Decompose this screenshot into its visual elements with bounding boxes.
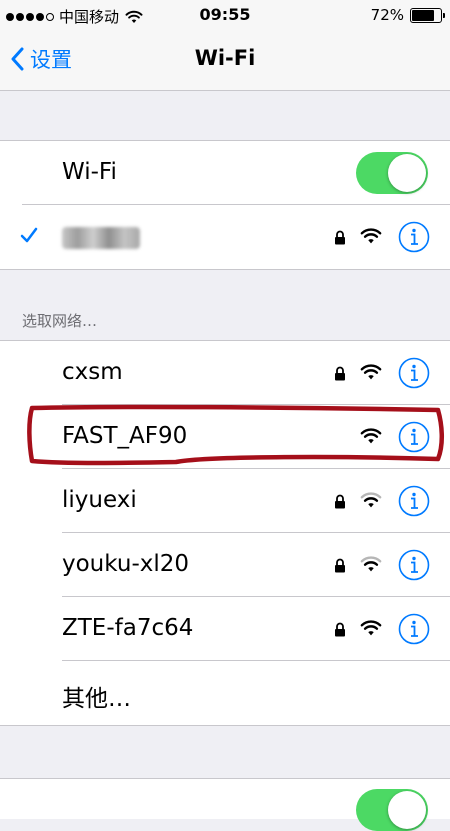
- lock-icon: [335, 230, 345, 245]
- network-row[interactable]: ZTE-fa7c64: [0, 597, 450, 661]
- info-icon[interactable]: [398, 485, 430, 517]
- wifi-signal-icon: [360, 492, 382, 508]
- wifi-signal-icon: [360, 556, 382, 572]
- connected-network-name-redacted: [62, 227, 140, 249]
- network-name: youku-xl20: [62, 551, 190, 577]
- info-icon[interactable]: [398, 357, 430, 389]
- wifi-toggle-switch[interactable]: [356, 152, 428, 194]
- wifi-settings-group: Wi-Fi: [0, 140, 450, 270]
- network-name: liyuexi: [62, 487, 137, 513]
- network-name: cxsm: [62, 359, 123, 385]
- navigation-bar: 设置 Wi-Fi: [0, 30, 450, 91]
- wifi-signal-icon: [360, 428, 382, 444]
- toggle-knob: [388, 791, 426, 829]
- info-icon[interactable]: [398, 549, 430, 581]
- connected-network-row[interactable]: [0, 205, 450, 269]
- wifi-toggle-label: Wi-Fi: [62, 159, 117, 185]
- ask-to-join-toggle[interactable]: [356, 789, 428, 831]
- info-icon[interactable]: [398, 221, 430, 253]
- toggle-knob: [388, 154, 426, 192]
- battery-percent: 72%: [370, 6, 404, 24]
- network-row[interactable]: cxsm: [0, 341, 450, 405]
- status-right: 72%: [370, 6, 445, 24]
- lock-icon: [335, 494, 345, 509]
- lock-icon: [335, 366, 345, 381]
- status-bar: 中国移动 09:55 72%: [0, 0, 450, 30]
- wifi-signal-icon: [360, 620, 382, 636]
- info-icon[interactable]: [398, 613, 430, 645]
- page-title: Wi-Fi: [194, 46, 256, 70]
- network-list: cxsm FAST_AF90 liyuexi youku-xl20 ZTE-fa…: [0, 340, 450, 726]
- info-icon[interactable]: [398, 421, 430, 453]
- network-name: ZTE-fa7c64: [62, 615, 194, 641]
- battery-icon: [410, 7, 445, 23]
- ask-to-join-group: [0, 778, 450, 831]
- section-header-choose-network: 选取网络…: [22, 312, 98, 330]
- wifi-toggle-row: Wi-Fi: [0, 141, 450, 205]
- other-network-label: 其他…: [62, 686, 131, 712]
- lock-icon: [335, 622, 345, 637]
- network-row[interactable]: liyuexi: [0, 469, 450, 533]
- network-name: FAST_AF90: [62, 423, 188, 449]
- checkmark-icon: [20, 227, 38, 243]
- wifi-signal-icon: [360, 228, 382, 244]
- wifi-signal-icon: [360, 364, 382, 380]
- network-row[interactable]: FAST_AF90: [0, 405, 450, 469]
- network-row[interactable]: youku-xl20: [0, 533, 450, 597]
- lock-icon: [335, 558, 345, 573]
- other-network-row[interactable]: 其他…: [0, 661, 450, 725]
